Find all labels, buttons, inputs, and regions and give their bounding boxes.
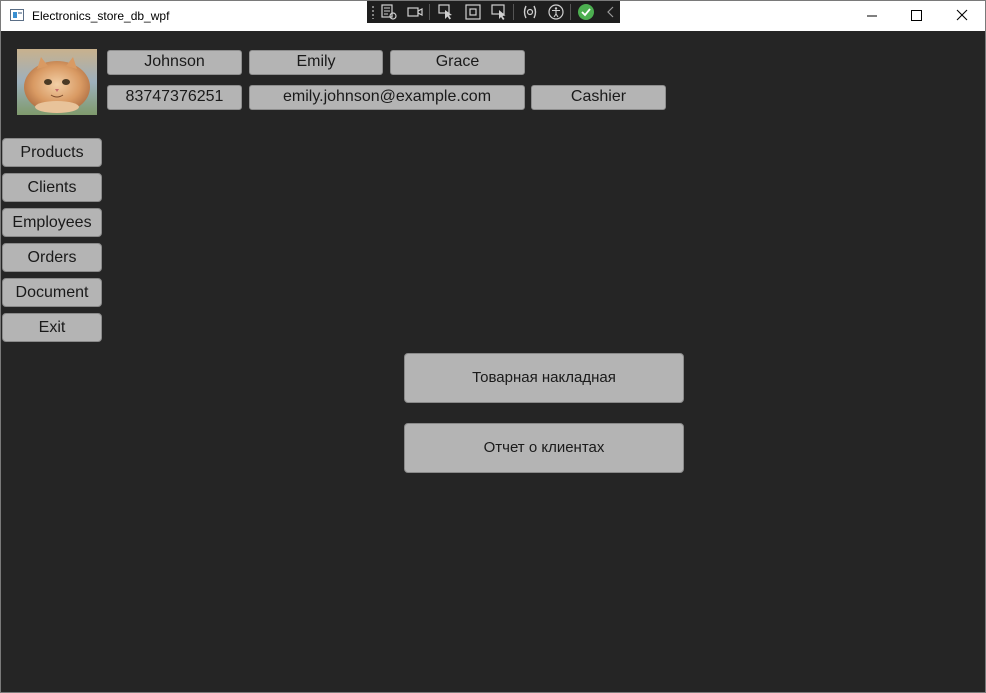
toolbar-grip-icon[interactable] [371, 5, 375, 19]
bounds-icon[interactable] [464, 3, 482, 21]
clients-button[interactable]: Clients [2, 173, 102, 202]
user-avatar [17, 49, 97, 115]
check-icon[interactable] [577, 3, 595, 21]
first-name-field: Emily [249, 50, 383, 75]
xaml-debug-toolbar [367, 1, 620, 23]
inspect-icon[interactable] [490, 3, 508, 21]
toolbar-separator [429, 4, 430, 20]
accessibility-icon[interactable] [547, 3, 565, 21]
orders-button[interactable]: Orders [2, 243, 102, 272]
record-icon[interactable] [406, 3, 424, 21]
email-field: emily.johnson@example.com [249, 85, 525, 110]
app-window: Electronics_store_db_wpf Johnson Emily G… [0, 0, 986, 693]
toolbar-separator [513, 4, 514, 20]
document-button[interactable]: Document [2, 278, 102, 307]
products-button[interactable]: Products [2, 138, 102, 167]
clients-report-button[interactable]: Отчет о клиентах [404, 423, 684, 473]
app-icon [10, 9, 24, 21]
binding-icon[interactable] [521, 3, 539, 21]
role-field: Cashier [531, 85, 666, 110]
title-bar[interactable]: Electronics_store_db_wpf [1, 1, 985, 31]
invoice-document-button[interactable]: Товарная накладная [404, 353, 684, 403]
close-button[interactable] [939, 1, 985, 31]
cat-photo-icon [17, 49, 97, 115]
phone-field: 83747376251 [107, 85, 242, 110]
pointer-icon[interactable] [437, 3, 455, 21]
toolbar-separator [570, 4, 571, 20]
minimize-icon [867, 15, 877, 17]
employees-button[interactable]: Employees [2, 208, 102, 237]
exit-button[interactable]: Exit [2, 313, 102, 342]
last-name-field: Johnson [107, 50, 242, 75]
close-icon [956, 9, 968, 21]
middle-name-field: Grace [390, 50, 525, 75]
minimize-button[interactable] [849, 1, 895, 31]
select-element-icon[interactable] [380, 3, 398, 21]
maximize-button[interactable] [893, 1, 939, 31]
collapse-icon[interactable] [602, 3, 620, 21]
maximize-icon [911, 10, 922, 21]
window-title: Electronics_store_db_wpf [32, 9, 170, 23]
